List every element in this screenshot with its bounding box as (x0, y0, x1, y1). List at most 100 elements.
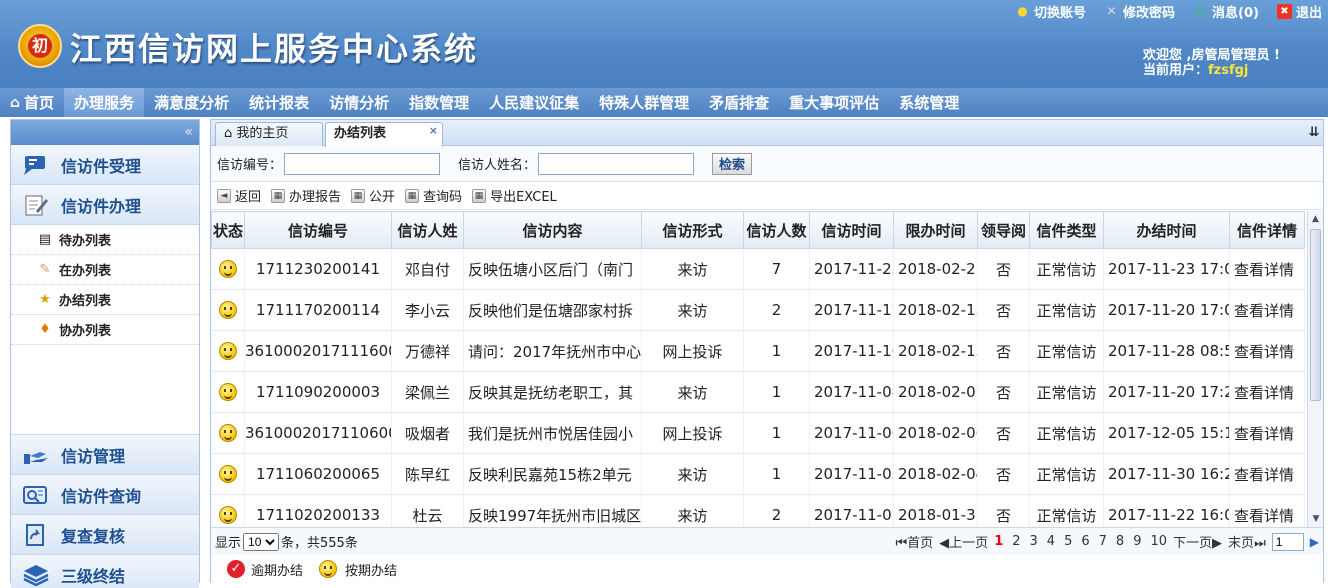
query-code-label: 查询码 (423, 190, 463, 205)
table-row[interactable]: 1711230200141 邓自付 反映伍塘小区后门（南门 来访 7 2017-11-23… (211, 248, 1305, 290)
vertical-scrollbar[interactable]: ▲ ▼ (1307, 211, 1323, 527)
page-number-link[interactable]: 3 (1030, 534, 1038, 549)
table-cell: 来访 (641, 453, 744, 495)
column-header[interactable]: 限办时间 (893, 211, 978, 249)
goto-page-icon[interactable]: ▶ (1310, 535, 1319, 549)
column-header[interactable]: 信访内容 (463, 211, 642, 249)
nav-conflicts[interactable]: 矛盾排查 (699, 88, 779, 117)
table-cell: 反映他们是伍塘邵家村拆 (463, 289, 642, 331)
sidebar-cat-final[interactable]: 三级终结 (11, 555, 199, 588)
nav-home[interactable]: ⌂ 首页 (0, 88, 64, 117)
switch-account-link[interactable]: ● 切换账号 (1015, 2, 1086, 21)
sidebar-cat-query[interactable]: 信访件查询 (11, 475, 199, 515)
table-cell: 来访 (641, 371, 744, 413)
sidebar-cat-review[interactable]: 复查复核 (11, 515, 199, 555)
sidebar-item-pending[interactable]: ▤ 待办列表 (11, 225, 199, 255)
nav-index[interactable]: 指数管理 (399, 88, 479, 117)
sidebar-cat-handle[interactable]: 信访件办理 (11, 185, 199, 225)
logout-link[interactable]: ✖ 退出 (1276, 2, 1322, 21)
scroll-up-icon[interactable]: ▲ (1308, 211, 1323, 227)
search-button[interactable]: 检索 (712, 152, 753, 175)
page-number-link[interactable]: 9 (1133, 534, 1141, 549)
goto-page-input[interactable] (1271, 532, 1304, 551)
collapse-icon[interactable]: « (184, 124, 193, 140)
sidebar-item-done[interactable]: ★ 办结列表 (11, 285, 199, 315)
report-button[interactable]: ▦ 办理报告 (271, 186, 341, 205)
table-row[interactable]: 1711020200133 杜云 反映1997年抚州市旧城区 来访 2 2017-11-0… (211, 494, 1305, 527)
sidebar-item-in-progress[interactable]: ✎ 在办列表 (11, 255, 199, 285)
column-header[interactable]: 领导阅 (977, 211, 1030, 249)
nav-system[interactable]: 系统管理 (889, 88, 969, 117)
change-password-link[interactable]: ✕ 修改密码 (1104, 2, 1176, 21)
sidebar-item-assist[interactable]: ♦ 协办列表 (11, 315, 199, 345)
next-page-link[interactable]: 下一页▶ (1173, 532, 1222, 551)
page-number-link[interactable]: 4 (1047, 534, 1055, 549)
close-icon[interactable]: × (429, 120, 438, 142)
view-details-link[interactable]: 查看详情 (1229, 330, 1305, 372)
view-details-link[interactable]: 查看详情 (1229, 412, 1305, 454)
last-page-link[interactable]: 末页⏭ (1228, 532, 1266, 551)
sidebar-cat-manage[interactable]: 信访管理 (11, 435, 199, 475)
sidebar-item-pending-label: 待办列表 (59, 234, 112, 249)
column-header[interactable]: 信访形式 (641, 211, 744, 249)
column-header[interactable]: 信访人姓 (391, 211, 464, 249)
nav-analysis[interactable]: 访情分析 (319, 88, 399, 117)
table-header-row: 状态 信访编号 信访人姓 信访内容 信访形式 信访人数 信访时间 限办时间 领导阅 信件类型 办结时… (211, 211, 1305, 249)
export-excel-button[interactable]: ▦ 导出EXCEL (472, 186, 557, 205)
petition-id-input[interactable] (284, 152, 441, 175)
next-page-label: 下一页 (1173, 536, 1213, 551)
page-number-link[interactable]: 5 (1064, 534, 1072, 549)
prev-page-link[interactable]: ◀上一页 (939, 532, 988, 551)
messages-link[interactable]: ○ 消息(0) (1193, 2, 1259, 21)
column-header[interactable]: 信访时间 (809, 211, 894, 249)
table-cell: 否 (977, 289, 1030, 331)
view-details-link[interactable]: 查看详情 (1229, 371, 1305, 413)
table-cell: 否 (977, 412, 1030, 454)
page-number-link[interactable]: 1 (994, 534, 1003, 549)
table-row[interactable]: 1711060200065 陈早红 反映利民嘉苑15栋2单元 来访 1 2017-11-0… (211, 453, 1305, 495)
view-details-link[interactable]: 查看详情 (1229, 453, 1305, 495)
back-button[interactable]: ◄ 返回 (217, 186, 261, 205)
page-size-select[interactable]: 10 (243, 532, 280, 551)
publish-button[interactable]: ▦ 公开 (351, 186, 395, 205)
petitioner-name-input[interactable] (538, 152, 695, 175)
table-cell: 2017-11-17 (809, 289, 894, 331)
pager: 显示 10 条，共555条 ⏮首页 ◀上一页 1 2 3 4 5 6 7 8 9 10 下一页▶ … (211, 527, 1323, 555)
column-header[interactable]: 状态 (211, 211, 245, 249)
page-number-link[interactable]: 10 (1150, 534, 1167, 549)
table-cell: 正常信访 (1029, 248, 1104, 290)
column-header[interactable]: 信访人数 (743, 211, 810, 249)
query-code-icon: ▦ (405, 188, 420, 203)
view-details-link[interactable]: 查看详情 (1229, 494, 1305, 527)
scroll-thumb[interactable] (1310, 229, 1321, 401)
page-number-link[interactable]: 2 (1012, 534, 1020, 549)
table-row[interactable]: 1711170200114 李小云 反映他们是伍塘邵家村拆 来访 2 2017-11-17… (211, 289, 1305, 331)
first-page-link[interactable]: ⏮首页 (895, 532, 933, 551)
nav-special-groups[interactable]: 特殊人群管理 (589, 88, 699, 117)
view-details-link[interactable]: 查看详情 (1229, 248, 1305, 290)
table-row[interactable]: 1711090200003 梁佩兰 反映其是抚纺老职工，其 来访 1 2017-11-08… (211, 371, 1305, 413)
page-number-link[interactable]: 6 (1081, 534, 1089, 549)
page-number-link[interactable]: 8 (1116, 534, 1124, 549)
nav-services[interactable]: 办理服务 (64, 88, 145, 117)
table-cell: 吸烟者 (391, 412, 464, 454)
column-header[interactable]: 信访编号 (244, 211, 392, 249)
sidebar-cat-receive[interactable]: 信访件受理 (11, 145, 199, 185)
table-row[interactable]: 3610002017111600 万德祥 请问：2017年抚州市中心 网上投诉 1 201… (211, 330, 1305, 372)
table-row[interactable]: 3610002017110600 吸烟者 我们是抚州市悦居佳园小 网上投诉 1 2017-… (211, 412, 1305, 454)
status-cell (211, 330, 245, 372)
column-header[interactable]: 信件类型 (1029, 211, 1104, 249)
column-header[interactable]: 办结时间 (1103, 211, 1230, 249)
scroll-down-icon[interactable]: ▼ (1308, 511, 1324, 527)
chevron-down-icon[interactable]: ⇊ (1305, 123, 1323, 143)
nav-major-events[interactable]: 重大事项评估 (779, 88, 889, 117)
query-code-button[interactable]: ▦ 查询码 (405, 186, 462, 205)
nav-satisfaction[interactable]: 满意度分析 (144, 88, 239, 117)
nav-suggestions[interactable]: 人民建议征集 (479, 88, 589, 117)
page-number-link[interactable]: 7 (1099, 534, 1107, 549)
tab-home[interactable]: ⌂ 我的主页 (215, 122, 323, 146)
nav-reports[interactable]: 统计报表 (239, 88, 319, 117)
view-details-link[interactable]: 查看详情 (1229, 289, 1305, 331)
column-header[interactable]: 信件详情 (1229, 211, 1305, 249)
tab-done-list[interactable]: 办结列表 × (325, 122, 443, 147)
